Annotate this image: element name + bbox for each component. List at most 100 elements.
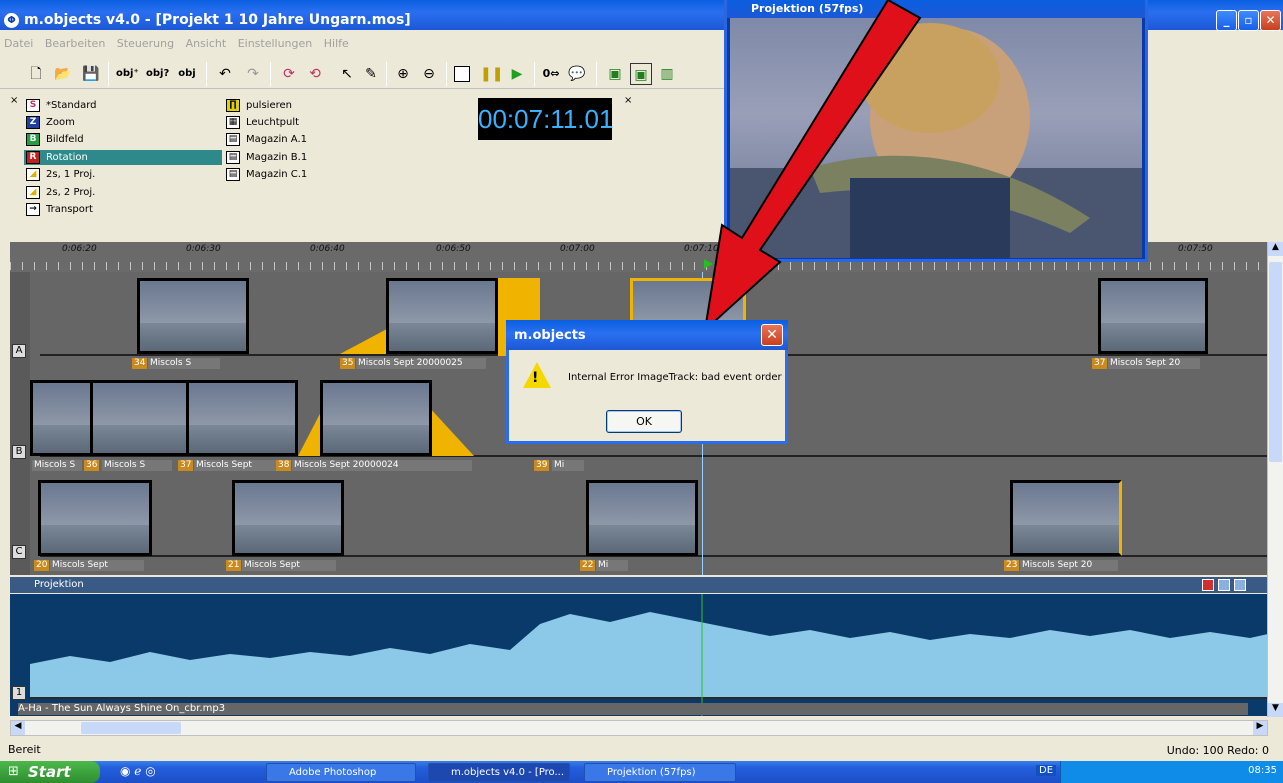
slide-thumbnail[interactable]	[1098, 278, 1208, 354]
track-label-a: A	[12, 344, 26, 358]
red-arrow-annotation	[703, 0, 922, 333]
object-rotation[interactable]: R Rotation	[24, 150, 222, 165]
slide-number: 20	[34, 560, 50, 571]
expand-icon[interactable]	[1218, 579, 1230, 591]
slide-number: 23	[1004, 560, 1020, 571]
taskbar-projektion[interactable]: Projektion (57fps)	[584, 763, 736, 782]
panel-close-icon[interactable]: ×	[10, 95, 18, 106]
object-magazin-a1[interactable]: ▤ Magazin A.1	[224, 132, 420, 147]
scroll-thumb[interactable]	[1269, 262, 1282, 462]
clock[interactable]: 08:35	[1248, 765, 1277, 776]
record-icon[interactable]	[1202, 579, 1214, 591]
slide-thumbnail[interactable]	[137, 278, 249, 354]
menu-datei[interactable]: Datei	[4, 37, 33, 50]
stop-icon[interactable]	[454, 66, 470, 82]
scroll-right-icon[interactable]: ▶	[1253, 721, 1267, 735]
slide-thumbnail[interactable]	[90, 380, 190, 456]
scroll-thumb[interactable]	[81, 722, 181, 734]
menu-hilfe[interactable]: Hilfe	[324, 37, 349, 50]
slide-number: 36	[84, 460, 100, 471]
slide-thumbnail[interactable]	[586, 480, 698, 556]
fade-icon: ◢	[26, 168, 40, 181]
tick-label: 0:06:40	[310, 244, 345, 254]
dialog-close-button[interactable]: ✕	[761, 324, 783, 346]
object-bildfeld[interactable]: B Bildfeld	[24, 132, 222, 147]
slide-caption: Miscols Sept 20000024	[292, 460, 472, 471]
refresh-icon[interactable]: ⟳	[278, 63, 300, 85]
m-objects-app-icon[interactable]: Φ	[4, 13, 19, 28]
object-remove-icon[interactable]: obj	[176, 63, 198, 85]
slide-thumbnail[interactable]	[38, 480, 152, 556]
zoom-in-icon[interactable]: ⊕	[392, 63, 414, 85]
menu-ansicht[interactable]: Ansicht	[186, 37, 227, 50]
menu-steuerung[interactable]: Steuerung	[117, 37, 174, 50]
redo-icon[interactable]: ↷	[242, 63, 264, 85]
fade-curve[interactable]	[428, 406, 474, 456]
slide-thumbnail[interactable]	[186, 380, 298, 456]
bildfeld-icon: B	[26, 133, 40, 146]
minimize-button[interactable]: _	[1216, 10, 1237, 31]
zoom-out-icon[interactable]: ⊖	[418, 63, 440, 85]
slide-caption: Miscols Sept 20	[1020, 560, 1118, 571]
vertical-scrollbar[interactable]: ▲ ▼	[1267, 242, 1283, 717]
slide-caption: Miscols S	[148, 358, 220, 369]
window-title: m.objects v4.0 - [Projekt 1 10 Jahre Ung…	[24, 12, 411, 28]
rotate-icon[interactable]: ⟲	[304, 63, 326, 85]
right-panel-close-icon[interactable]: ×	[624, 95, 632, 106]
object-pulsieren[interactable]: ∏ pulsieren	[224, 98, 420, 113]
timecode-display: 00:07:11.01	[478, 98, 613, 140]
collapse-icon[interactable]	[1234, 579, 1246, 591]
object-magazin-c1[interactable]: ▤ Magazin C.1	[224, 167, 420, 182]
taskbar-photoshop[interactable]: Adobe Photoshop	[266, 763, 416, 782]
scroll-down-icon[interactable]: ▼	[1268, 703, 1283, 717]
object-magazin-b1[interactable]: ▤ Magazin B.1	[224, 150, 420, 165]
maximize-button[interactable]: ▫	[1238, 10, 1259, 31]
new-file-icon[interactable]: 🗋	[25, 63, 47, 85]
object-query-icon[interactable]: obj?	[146, 63, 169, 85]
position-icon[interactable]: 0⇔	[540, 63, 562, 85]
quicklaunch-icon[interactable]: ◉ ℯ ◎	[120, 764, 156, 778]
open-folder-icon[interactable]: 📂	[52, 63, 74, 85]
scroll-left-icon[interactable]: ◀	[11, 721, 25, 735]
zoom-icon: Z	[26, 116, 40, 129]
comment-icon[interactable]: 💬	[566, 63, 588, 85]
pause-icon[interactable]: ❚❚	[480, 63, 503, 85]
object-standard[interactable]: S *Standard	[24, 98, 222, 113]
taskbar-mobjects[interactable]: m.objects v4.0 - [Pro...	[428, 763, 570, 782]
object-zoom[interactable]: Z Zoom	[24, 115, 222, 130]
object-2s-1-proj[interactable]: ◢ 2s, 1 Proj.	[24, 167, 222, 182]
slide-number: 37	[1092, 358, 1108, 369]
system-tray: 08:35	[1060, 761, 1283, 783]
dialog-message: Internal Error ImageTrack: bad event ord…	[568, 372, 782, 383]
horizontal-scrollbar[interactable]: ◀ ▶	[10, 720, 1268, 736]
menu-bearbeiten[interactable]: Bearbeiten	[45, 37, 105, 50]
object-transport[interactable]: → Transport	[24, 202, 222, 217]
slide-thumbnail[interactable]	[30, 380, 94, 456]
object-add-icon[interactable]: obj⁺	[116, 63, 139, 85]
slide-thumbnail[interactable]	[320, 380, 432, 456]
scroll-up-icon[interactable]: ▲	[1268, 242, 1283, 256]
play-icon[interactable]: ▶	[506, 63, 528, 85]
menu-einstellungen[interactable]: Einstellungen	[238, 37, 313, 50]
slide-thumbnail[interactable]	[232, 480, 344, 556]
language-indicator[interactable]: DE	[1036, 765, 1057, 776]
undo-icon[interactable]: ↶	[214, 63, 236, 85]
ok-button[interactable]: OK	[606, 410, 682, 433]
audio-track[interactable]: 1	[10, 594, 1268, 716]
slide-thumbnail[interactable]	[1010, 480, 1122, 556]
close-button[interactable]: ✕	[1260, 10, 1281, 31]
slide-number: 35	[340, 358, 356, 369]
screen-icon[interactable]: ▣	[604, 63, 626, 85]
pointer-icon[interactable]: ↖	[336, 63, 358, 85]
projection-icon[interactable]: ▣	[630, 63, 652, 85]
slide-caption: Miscols Sept	[50, 560, 144, 571]
object-leuchtpult[interactable]: ▦ Leuchtpult	[224, 115, 420, 130]
magazine-icon: ▤	[226, 168, 240, 181]
object-2s-2-proj[interactable]: ◢ 2s, 2 Proj.	[24, 185, 222, 200]
save-icon[interactable]: 💾	[80, 63, 102, 85]
slide-caption: Miscols Sept 20000025	[356, 358, 486, 369]
pencil-icon[interactable]: ✎	[360, 63, 382, 85]
tick-label: 0:06:20	[62, 244, 97, 254]
slide-thumbnail[interactable]	[386, 278, 498, 354]
track-label-1: 1	[12, 686, 26, 700]
